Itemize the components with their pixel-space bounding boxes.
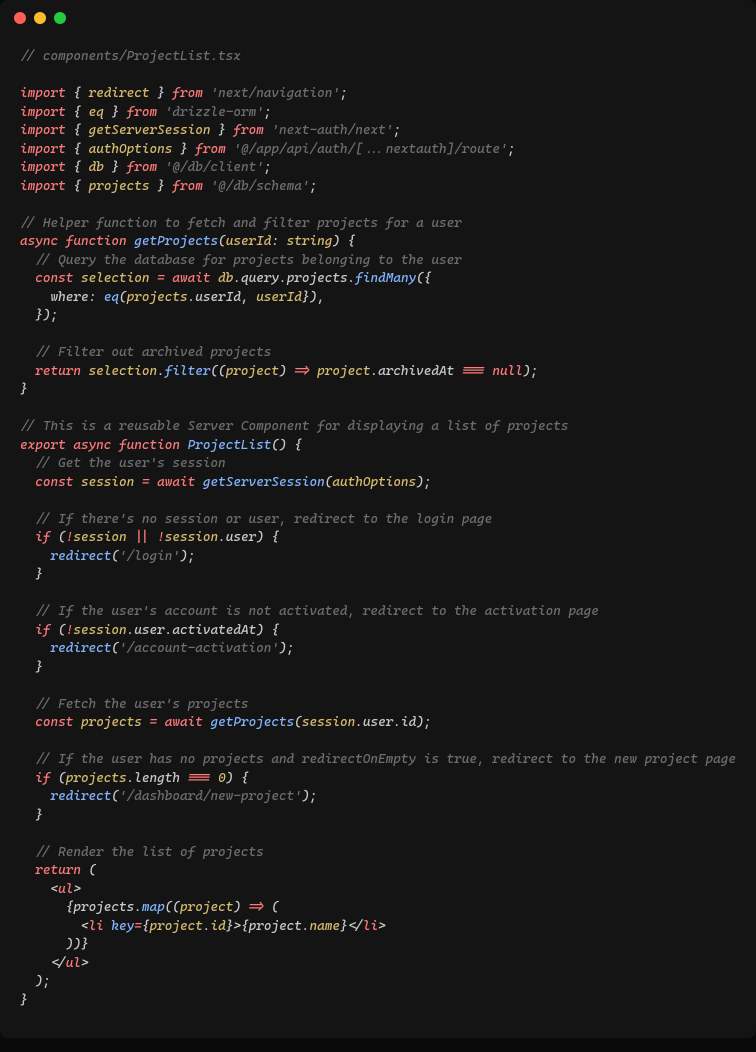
- code-editor: // components/ProjectList.tsx import { r…: [0, 36, 756, 1038]
- code-window: // components/ProjectList.tsx import { r…: [0, 0, 756, 1038]
- minimize-icon[interactable]: [34, 12, 46, 24]
- close-icon[interactable]: [14, 12, 26, 24]
- maximize-icon[interactable]: [54, 12, 66, 24]
- titlebar: [0, 0, 756, 36]
- file-path-comment: // components/ProjectList.tsx: [20, 49, 241, 64]
